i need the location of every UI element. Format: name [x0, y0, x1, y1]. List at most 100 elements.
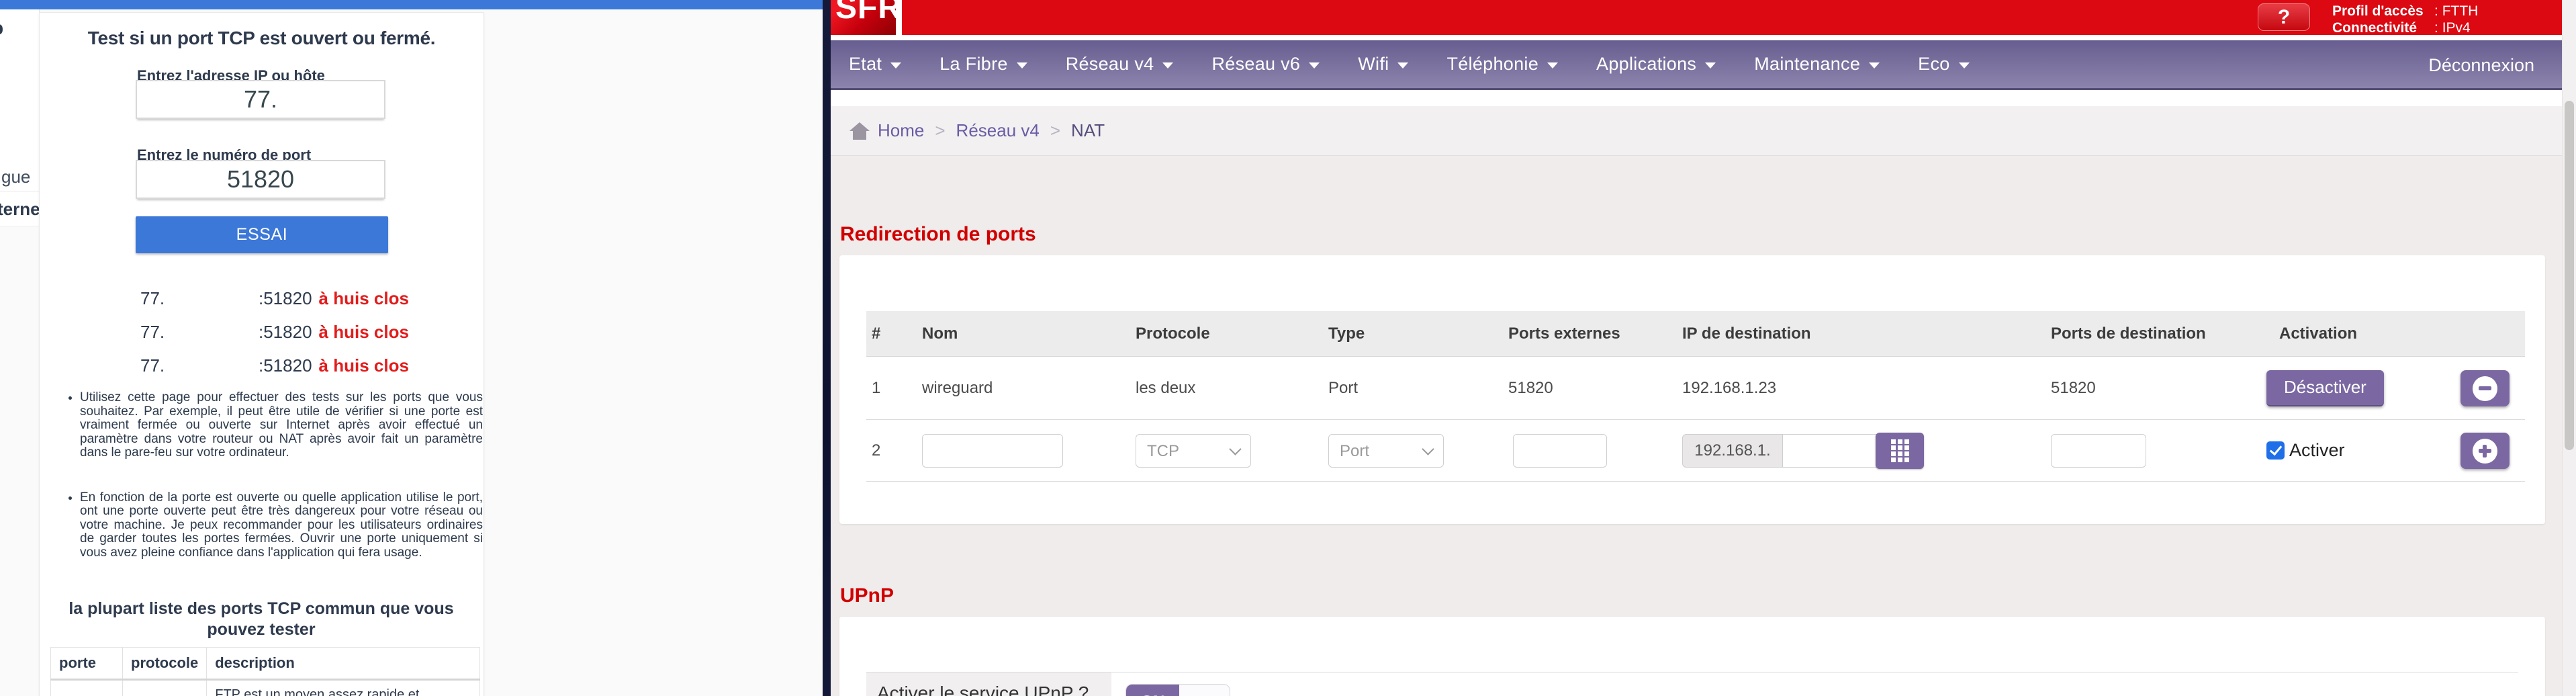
profile-colon: : — [2434, 3, 2438, 19]
cell-ip-destination: 192.168.1.23 — [1682, 378, 1777, 397]
main-content: Redirection de ports # Nom Protocole Typ… — [831, 156, 2576, 696]
toggle-on-segment: ON — [1126, 685, 1179, 696]
breadcrumb: Home > Réseau v4 > NAT — [831, 106, 2576, 156]
result-port: :51820 — [259, 355, 312, 376]
result-port-status: :51820 à huis clos — [259, 288, 409, 309]
col-header-protocole: Protocole — [1136, 324, 1210, 343]
cell-protocole: les deux — [1136, 378, 1196, 397]
add-rule-button[interactable] — [2460, 432, 2510, 469]
result-port: :51820 — [259, 322, 312, 342]
note-item: Utilisez cette page pour effectuer des t… — [80, 390, 483, 460]
ip-picker-button[interactable] — [1876, 432, 1924, 469]
protocol-select-value: TCP — [1147, 441, 1179, 460]
enable-checkbox-label: Activer — [2289, 440, 2345, 460]
section-title-port-forwarding: Redirection de ports — [840, 222, 1036, 245]
nav-item-la-fibre[interactable]: La Fibre — [939, 54, 1027, 75]
disable-rule-button[interactable]: Désactiver — [2266, 369, 2384, 406]
nav-item-eco[interactable]: Eco — [1918, 54, 1970, 75]
remove-rule-button[interactable] — [2460, 369, 2510, 406]
logout-link[interactable]: Déconnexion — [2428, 40, 2534, 90]
port-checker-sidebar: p gue ternet — [0, 9, 40, 226]
notes-list: Utilisez cette page pour effectuer des t… — [65, 390, 483, 560]
note-item: En fonction de la porte est ouverte ou q… — [80, 490, 483, 560]
breadcrumb-home[interactable]: Home — [878, 120, 924, 141]
nav-item-label: Eco — [1918, 54, 1950, 74]
sidebar-item-langue-fragment[interactable]: gue — [1, 167, 30, 187]
scrollbar-track[interactable] — [2562, 0, 2576, 696]
new-rule-ext-ports-input[interactable] — [1513, 433, 1607, 468]
nav-item-maintenance[interactable]: Maintenance — [1754, 54, 1880, 75]
chevron-down-icon — [1162, 62, 1174, 69]
cell-activation: Désactiver — [2263, 369, 2444, 406]
table-header-row: porte protocole description — [50, 647, 480, 681]
test-button[interactable]: ESSAI — [136, 216, 388, 253]
nav-item-reseau-v6[interactable]: Réseau v6 — [1211, 54, 1320, 75]
nav-item-label: Etat — [849, 54, 882, 74]
connection-profile: Profil d'accès : FTTH Connectivité : IPv… — [2332, 3, 2478, 36]
remove-icon — [2472, 376, 2497, 401]
profile-line: Profil d'accès : FTTH — [2332, 3, 2478, 19]
cell-ip-destination: 192.168.1. — [1677, 432, 2045, 469]
protocol-select[interactable]: TCP — [1136, 433, 1251, 468]
nav-item-label: Réseau v4 — [1065, 54, 1154, 74]
cell-num: 1 — [872, 378, 881, 397]
result-row: 77. :51820 à huis clos — [40, 288, 484, 315]
breadcrumb-separator: > — [935, 120, 946, 140]
chevron-down-icon — [1016, 62, 1027, 69]
new-rule-name-input[interactable] — [922, 433, 1063, 468]
breadcrumb-reseau-v4[interactable]: Réseau v4 — [956, 120, 1040, 141]
cell-nom: wireguard — [922, 378, 993, 397]
new-rule-dest-ports-input[interactable] — [2051, 433, 2146, 468]
add-icon — [2472, 438, 2497, 464]
status-badge: à huis clos — [318, 355, 409, 376]
sfr-logo-text: SFR — [835, 0, 896, 26]
type-select[interactable]: Port — [1328, 433, 1444, 468]
cell-ports-destination: 51820 — [2051, 378, 2096, 397]
cell-protocole: TCP — [1130, 433, 1323, 468]
nav-item-label: Wifi — [1358, 54, 1389, 74]
common-ports-table: porte protocole description FTP est un m… — [50, 647, 480, 696]
result-host: 77. — [140, 355, 165, 376]
connectivity-line: Connectivité : IPv4 — [2332, 19, 2478, 36]
chevron-down-icon — [1705, 62, 1716, 69]
nav-item-telephonie[interactable]: Téléphonie — [1446, 54, 1559, 75]
col-header-description: description — [206, 647, 480, 681]
upnp-toggle[interactable]: ON — [1125, 684, 1230, 696]
nav-item-etat[interactable]: Etat — [849, 54, 902, 75]
common-ports-heading: la plupart liste des ports TCP commun qu… — [68, 599, 454, 639]
col-header-ip-destination: IP de destination — [1682, 324, 1811, 343]
new-rule-row: 2 TCP Port 192.168.1. Activer — [866, 420, 2525, 482]
table-row: FTP est un moyen assez rapide et polyval… — [50, 679, 480, 696]
col-header-ports-destination: Ports de destination — [2051, 324, 2206, 343]
enable-checkbox[interactable] — [2266, 441, 2285, 460]
col-header-type: Type — [1328, 324, 1365, 343]
result-row: 77. :51820 à huis clos — [40, 322, 484, 349]
cell-num: 2 — [872, 441, 881, 460]
cell-description: FTP est un moyen assez rapide et polyval… — [206, 679, 480, 696]
sidebar-item-internet-fragment[interactable]: ternet — [0, 199, 39, 220]
result-port: :51820 — [259, 288, 312, 308]
col-header-ports-externes: Ports externes — [1508, 324, 1620, 343]
sfr-logo: SFR — [831, 0, 896, 35]
scrollbar-thumb[interactable] — [2565, 101, 2574, 450]
nav-item-applications[interactable]: Applications — [1596, 54, 1716, 75]
nav-item-reseau-v4[interactable]: Réseau v4 — [1066, 54, 1174, 75]
port-checker-window: p gue ternet Test si un port TCP est ouv… — [0, 0, 823, 696]
col-header-nom: Nom — [922, 324, 958, 343]
nav-item-wifi[interactable]: Wifi — [1358, 54, 1409, 75]
upnp-setting-label: Activer le service UPnP ? — [877, 683, 1089, 696]
cell-activation: Activer — [2263, 440, 2444, 461]
home-icon — [849, 122, 870, 140]
cell-ports-externes — [1503, 433, 1677, 468]
help-button[interactable]: ? — [2258, 3, 2310, 31]
chevron-down-icon — [1422, 442, 1434, 455]
col-header-activation: Activation — [2279, 324, 2358, 343]
upnp-setting-label-cell: Activer le service UPnP ? — [866, 672, 1111, 696]
chevron-down-icon — [1547, 62, 1559, 69]
port-input[interactable] — [136, 160, 385, 199]
chevron-down-icon — [1869, 62, 1880, 69]
main-navbar: Etat La Fibre Réseau v4 Réseau v6 Wifi T… — [831, 40, 2576, 90]
dest-ip-input[interactable] — [1783, 433, 1877, 468]
ip-input[interactable] — [136, 80, 385, 119]
sidebar-logo-fragment: p — [0, 17, 3, 39]
